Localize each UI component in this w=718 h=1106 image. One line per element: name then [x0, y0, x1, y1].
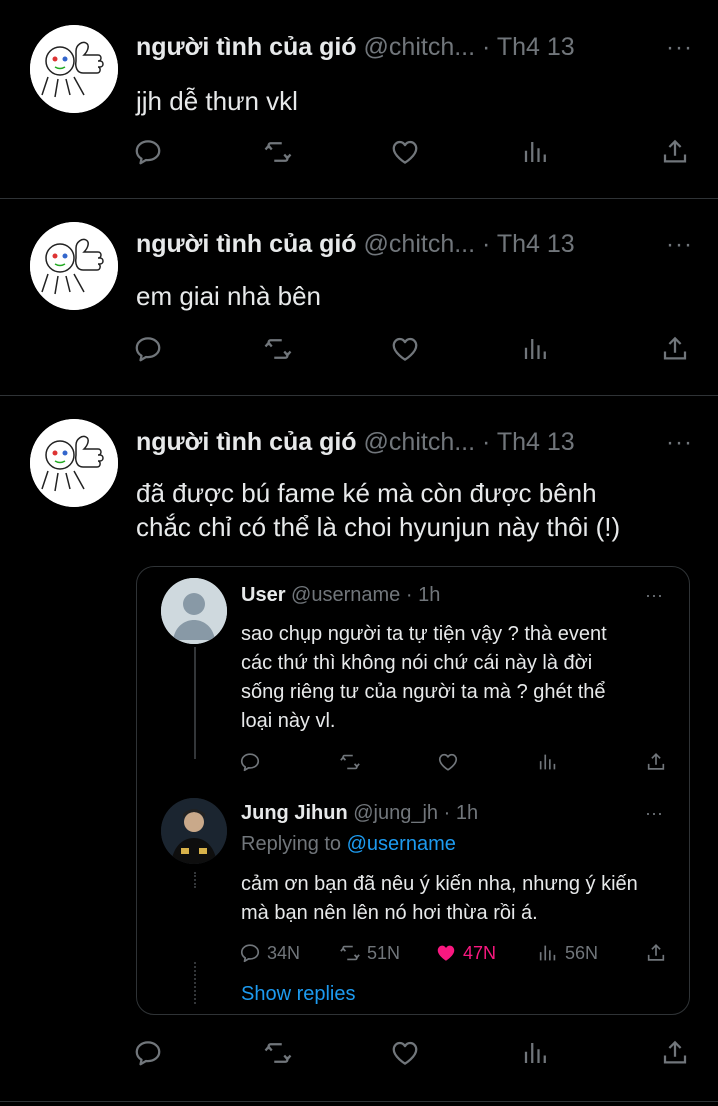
- reply-text-line: các thứ thì không nói chứ cái này là đời: [241, 652, 593, 674]
- views-icon[interactable]: [516, 1033, 556, 1073]
- display-name[interactable]: User: [241, 584, 285, 606]
- timestamp[interactable]: · Th4 13: [482, 33, 575, 61]
- display-name[interactable]: người tình của gió: [136, 33, 357, 61]
- more-icon[interactable]: ···: [645, 585, 663, 606]
- avatar[interactable]: [30, 222, 118, 310]
- like-icon[interactable]: [385, 1033, 425, 1073]
- reply-icon[interactable]: [128, 329, 168, 369]
- share-icon[interactable]: [645, 938, 673, 968]
- replying-to: Replying to @username: [241, 833, 456, 856]
- timestamp[interactable]: · 1h: [444, 802, 478, 824]
- reply-header: User @username · 1h: [241, 584, 440, 607]
- reply-text: cảm ơn bạn đã nêu ý kiến nha, nhưng ý ki…: [241, 870, 661, 928]
- display-name[interactable]: người tình của gió: [136, 230, 357, 258]
- views-icon[interactable]: [516, 329, 556, 369]
- reply-text-line: mà bạn nên lên nó hơi thừa rồi á.: [241, 902, 538, 924]
- timestamp[interactable]: · Th4 13: [482, 230, 575, 258]
- tweet-2[interactable]: người tình của gió @chitch... · Th4 13 ·…: [0, 199, 718, 395]
- display-name[interactable]: Jung Jihun: [241, 802, 348, 824]
- timestamp[interactable]: · Th4 13: [482, 428, 575, 456]
- thread-gap-dots: [194, 872, 196, 888]
- avatar-sketch-icon: [30, 25, 118, 113]
- share-icon[interactable]: [645, 747, 673, 777]
- like-icon[interactable]: [385, 132, 425, 172]
- tweet-text-line: chắc chỉ có thể là choi hyunjun này thôi…: [136, 512, 621, 542]
- retweet-icon[interactable]: [258, 1033, 298, 1073]
- more-icon[interactable]: ···: [645, 803, 663, 824]
- avatar[interactable]: [30, 25, 118, 113]
- thread-gap-dots: [194, 962, 196, 1004]
- tweet-actions: [0, 132, 718, 172]
- tweet-header: người tình của gió @chitch... · Th4 13: [136, 230, 575, 259]
- views-icon[interactable]: [537, 747, 565, 777]
- handle[interactable]: @chitch...: [364, 33, 476, 61]
- reply-text-line: loại này vl.: [241, 710, 336, 732]
- default-avatar[interactable]: [161, 578, 227, 644]
- retweet-icon[interactable]: [339, 747, 367, 777]
- reply-text: sao chụp người ta tự tiện vậy ? thà even…: [241, 620, 661, 736]
- display-name[interactable]: người tình của gió: [136, 428, 357, 456]
- tweet-text: đã được bú fame ké mà còn được bênh chắc…: [136, 476, 696, 544]
- views-icon[interactable]: [516, 132, 556, 172]
- like-count: 47N: [463, 942, 497, 963]
- thread-line: [194, 647, 196, 759]
- reply-count: 34N: [267, 942, 301, 963]
- timestamp[interactable]: · 1h: [406, 584, 440, 606]
- tweet-1[interactable]: người tình của gió @chitch... · Th4 13 ·…: [0, 0, 718, 198]
- avatar[interactable]: [161, 798, 227, 864]
- tweet-header: người tình của gió @chitch... · Th4 13: [136, 428, 575, 457]
- reply-icon[interactable]: [128, 132, 168, 172]
- handle[interactable]: @chitch...: [364, 428, 476, 456]
- views-icon: [537, 942, 559, 964]
- tweet-actions: [0, 1033, 718, 1073]
- tweet-header: người tình của gió @chitch... · Th4 13: [136, 33, 575, 62]
- more-icon[interactable]: ···: [666, 34, 693, 62]
- replying-to-prefix: Replying to: [241, 833, 342, 855]
- reply-text-line: cảm ơn bạn đã nêu ý kiến nha, nhưng ý ki…: [241, 873, 638, 895]
- handle[interactable]: @username: [291, 584, 400, 606]
- reply-icon[interactable]: [128, 1033, 168, 1073]
- views-count: 56N: [565, 942, 599, 963]
- reply-icon: [239, 942, 261, 964]
- more-icon[interactable]: ···: [666, 429, 693, 457]
- tweet-actions: [0, 329, 718, 369]
- share-icon[interactable]: [655, 132, 695, 172]
- like-icon[interactable]: [385, 329, 425, 369]
- share-icon[interactable]: [655, 1033, 695, 1073]
- reply-header: Jung Jihun @jung_jh · 1h: [241, 802, 478, 825]
- user-silhouette-icon: [161, 578, 227, 644]
- retweet-icon[interactable]: [258, 132, 298, 172]
- tweet-text-line: đã được bú fame ké mà còn được bênh: [136, 478, 597, 508]
- like-button[interactable]: 47N: [435, 938, 496, 968]
- tweet-text: em giai nhà bên: [136, 279, 696, 313]
- divider: [0, 1101, 718, 1102]
- handle[interactable]: @jung_jh: [353, 802, 438, 824]
- avatar-sketch-icon: [30, 419, 118, 507]
- reply-text-line: sao chụp người ta tự tiện vậy ? thà even…: [241, 623, 607, 645]
- handle[interactable]: @chitch...: [364, 230, 476, 258]
- retweet-icon: [339, 942, 361, 964]
- more-icon[interactable]: ···: [666, 231, 693, 259]
- share-icon[interactable]: [655, 329, 695, 369]
- reply-button[interactable]: 34N: [239, 938, 300, 968]
- avatar-sketch-icon: [30, 222, 118, 310]
- quoted-thread-card[interactable]: User @username · 1h ··· sao chụp người t…: [136, 566, 690, 1015]
- like-icon[interactable]: [437, 747, 465, 777]
- views-button[interactable]: 56N: [537, 938, 598, 968]
- tweet-text-line: jjh dễ thưn vkl: [136, 86, 298, 116]
- tweet-text: jjh dễ thưn vkl: [136, 84, 696, 118]
- reply-icon[interactable]: [239, 747, 267, 777]
- show-replies-link[interactable]: Show replies: [241, 983, 356, 1006]
- profile-photo-icon: [161, 798, 227, 864]
- retweet-count: 51N: [367, 942, 401, 963]
- retweet-icon[interactable]: [258, 329, 298, 369]
- avatar[interactable]: [30, 419, 118, 507]
- liked-heart-icon: [435, 942, 457, 964]
- retweet-button[interactable]: 51N: [339, 938, 400, 968]
- replying-to-link[interactable]: @username: [347, 833, 456, 855]
- reply-text-line: sống riêng tư của người ta mà ? ghét thể: [241, 681, 606, 703]
- tweet-text-line: em giai nhà bên: [136, 281, 322, 311]
